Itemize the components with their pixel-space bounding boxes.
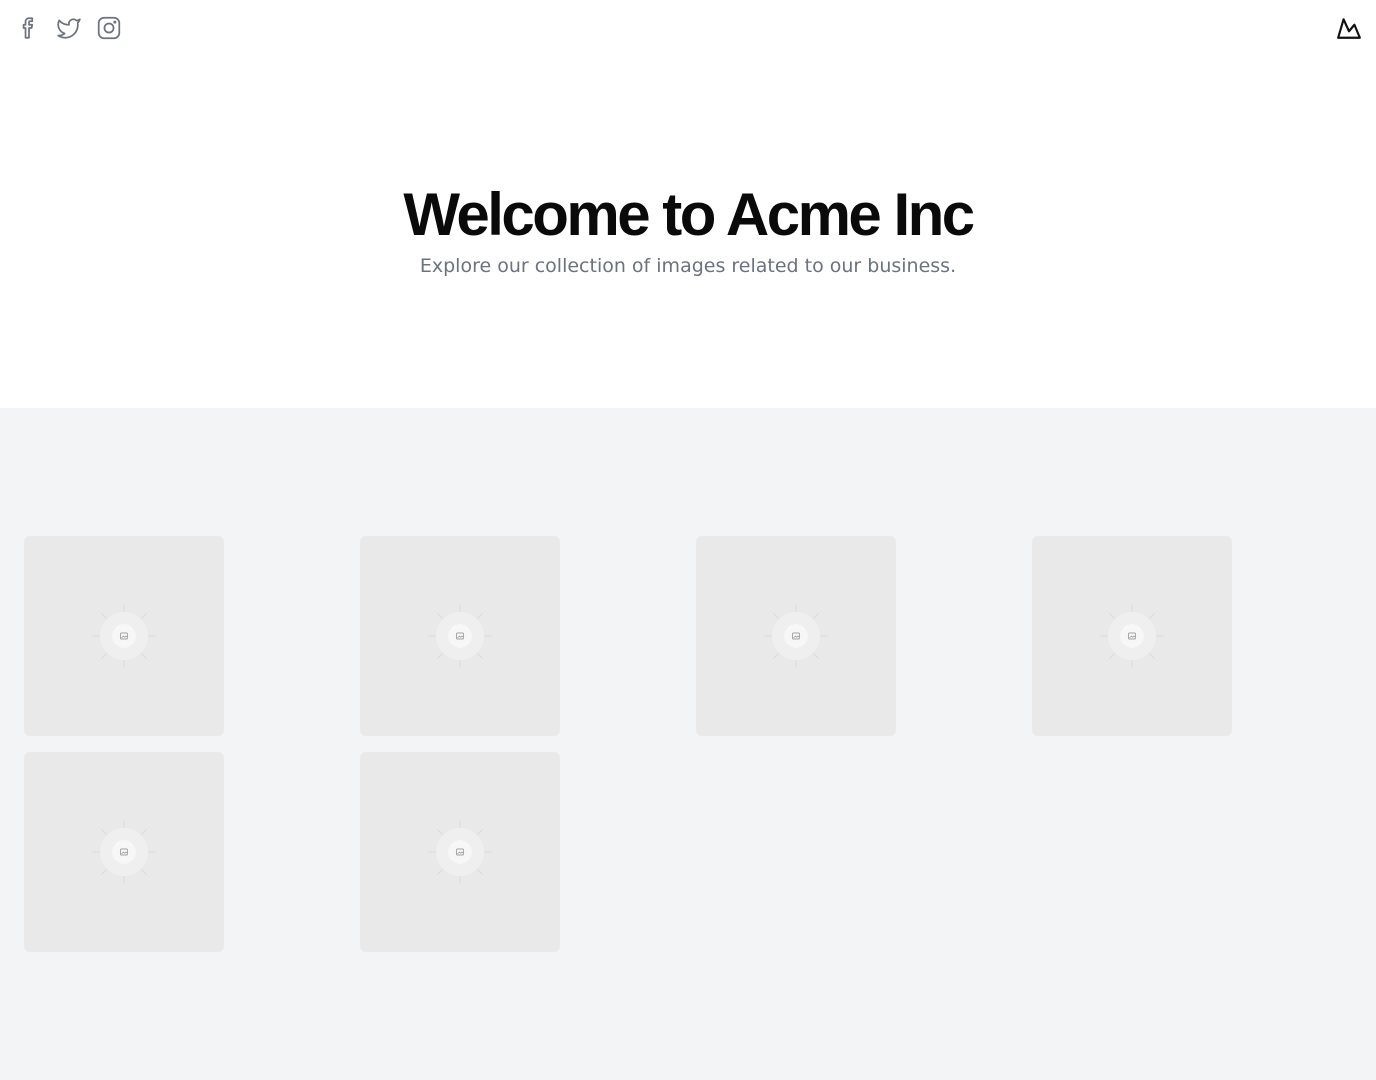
gallery-image-6[interactable] — [360, 752, 560, 952]
image-placeholder-icon — [1100, 604, 1164, 668]
page-title: Welcome to Acme Inc — [403, 181, 975, 248]
gallery-grid — [24, 536, 1360, 952]
gallery-image-1[interactable] — [24, 536, 224, 736]
instagram-icon[interactable] — [96, 14, 122, 42]
image-placeholder-icon — [428, 604, 492, 668]
mountain-logo-icon[interactable] — [1336, 15, 1362, 41]
gallery-image-3[interactable] — [696, 536, 896, 736]
top-bar — [0, 0, 1376, 56]
image-gallery — [0, 408, 1376, 1080]
image-placeholder-icon — [764, 604, 828, 668]
facebook-icon[interactable] — [16, 14, 42, 42]
hero-section: Welcome to Acme Inc Explore our collecti… — [0, 56, 1376, 408]
gallery-image-4[interactable] — [1032, 536, 1232, 736]
social-links — [16, 14, 122, 42]
gallery-image-2[interactable] — [360, 536, 560, 736]
gallery-image-5[interactable] — [24, 752, 224, 952]
image-placeholder-icon — [92, 820, 156, 884]
page-subtitle: Explore our collection of images related… — [419, 255, 957, 277]
image-placeholder-icon — [428, 820, 492, 884]
image-placeholder-icon — [92, 604, 156, 668]
twitter-icon[interactable] — [56, 14, 82, 42]
